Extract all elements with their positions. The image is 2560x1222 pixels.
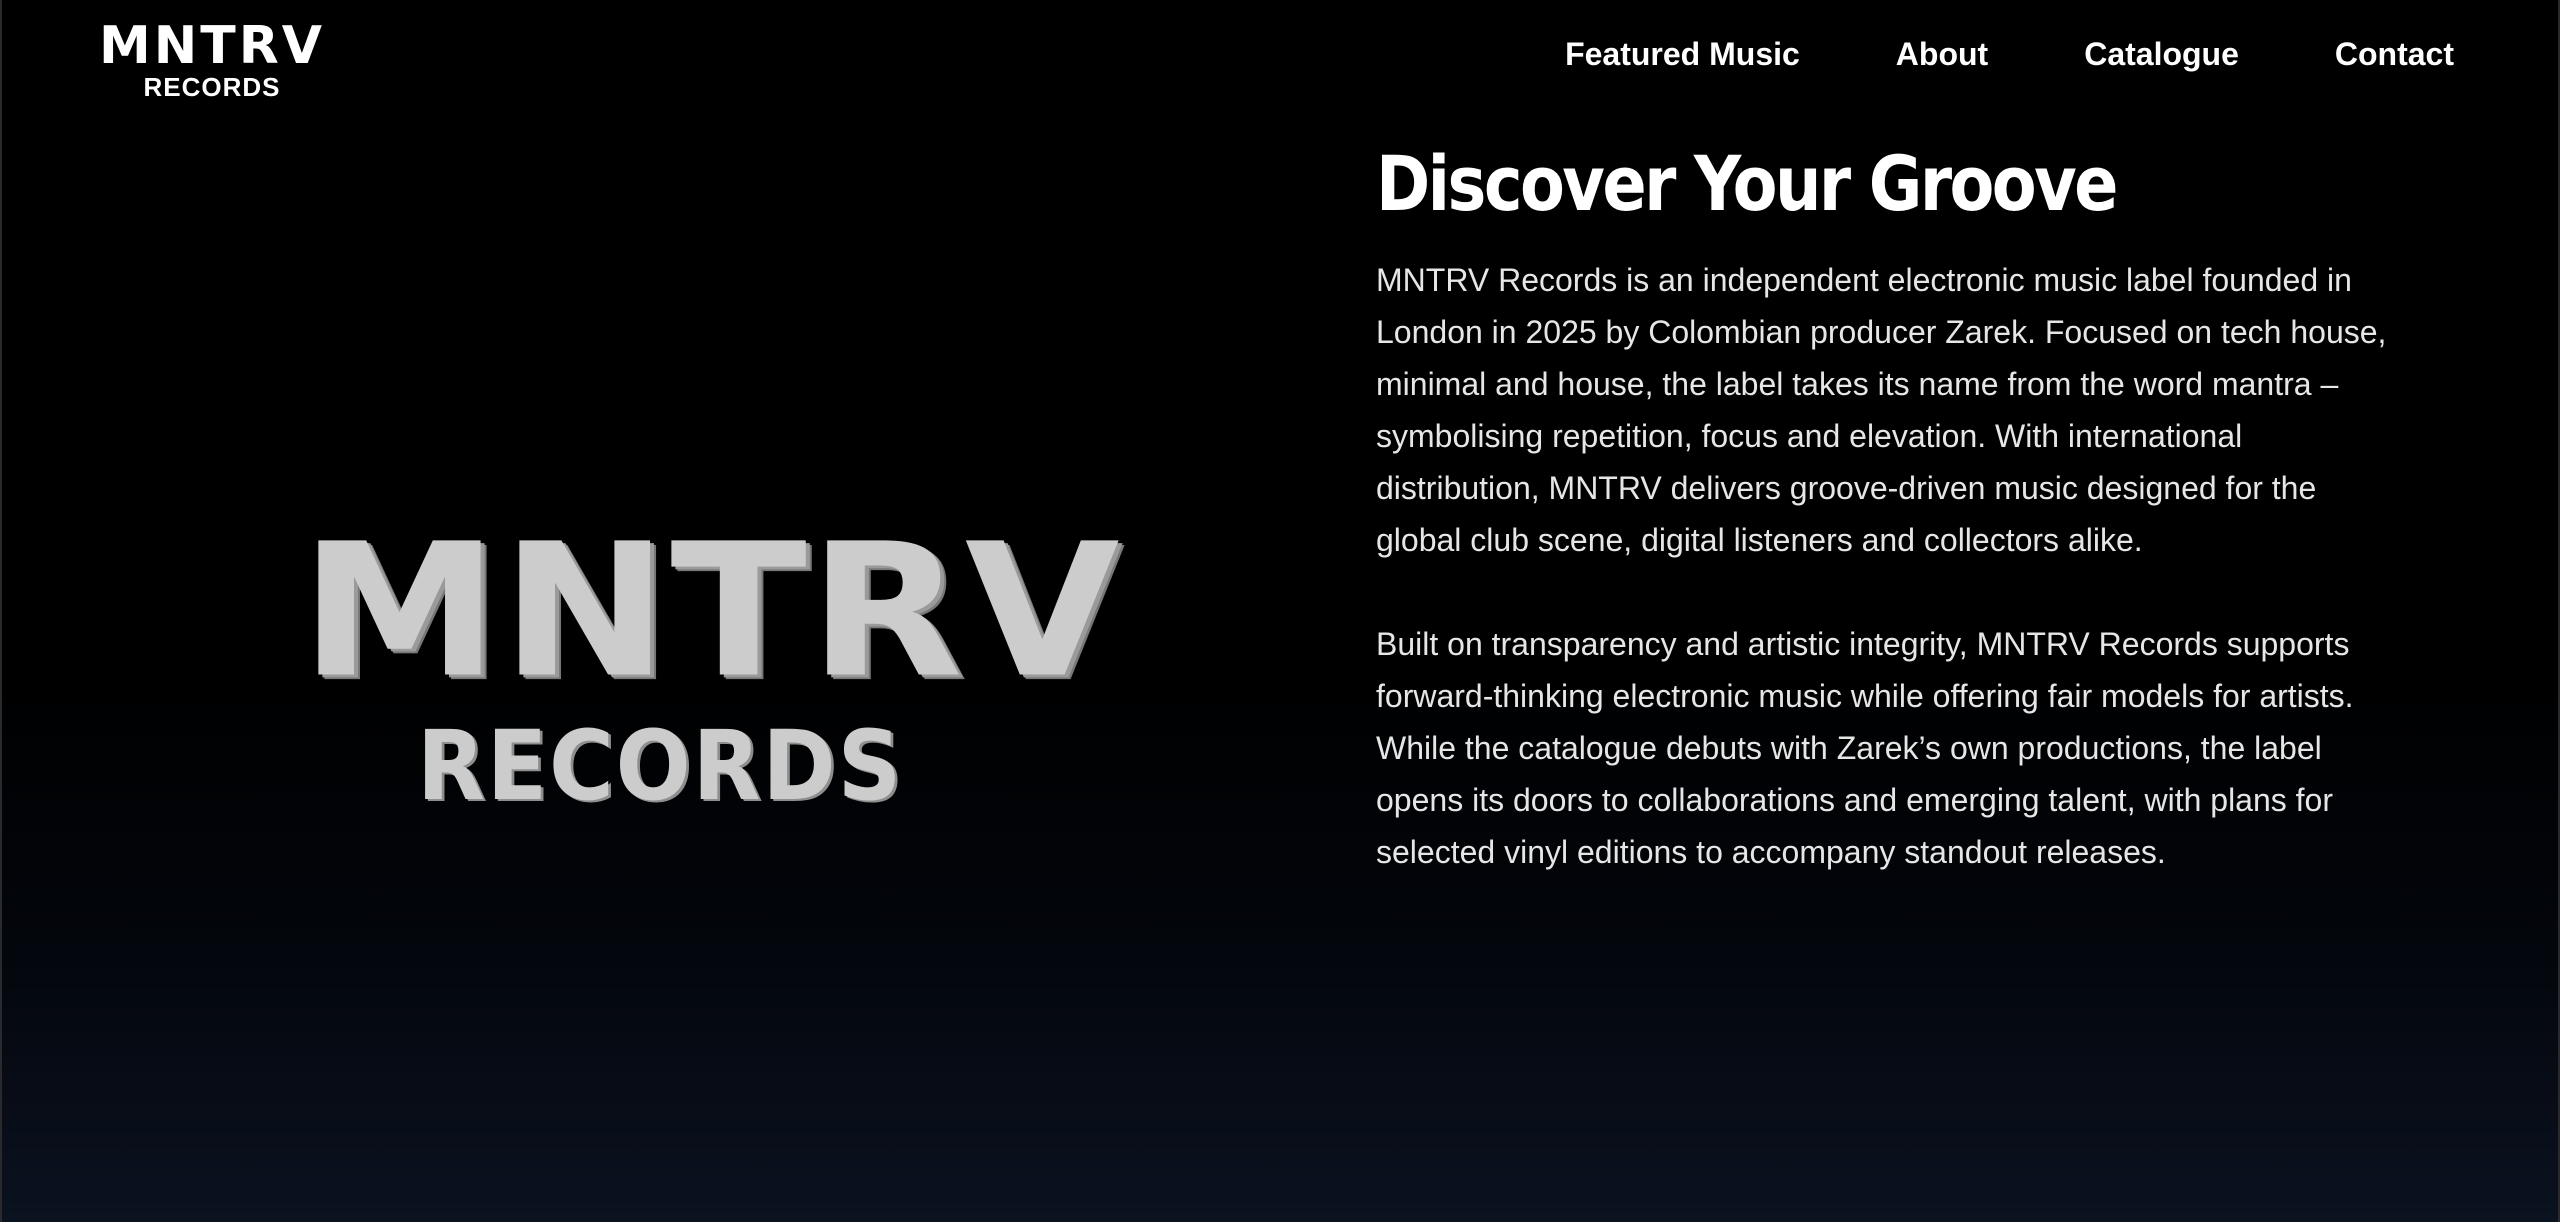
site-header: MNTRV RECORDS Featured Music About Catal… (0, 0, 2560, 120)
window-edge-left (0, 0, 2, 1222)
nav-link-contact[interactable]: Contact (2335, 36, 2454, 73)
about-paragraph: MNTRV Records is an independent electron… (1376, 262, 2387, 558)
hero-logo-sub: RECORDS (416, 710, 904, 822)
main-nav: Featured Music About Catalogue Contact (1565, 36, 2454, 73)
brand-logo-link[interactable]: MNTRV RECORDS (96, 20, 328, 100)
nav-link-featured-music[interactable]: Featured Music (1565, 36, 1800, 73)
hero-logo-main: MNTRV (300, 504, 1122, 719)
brand-logo-sub: RECORDS (143, 72, 281, 102)
nav-link-about[interactable]: About (1896, 36, 1988, 73)
hero-logo: MNTRV RECORDS (300, 504, 1122, 822)
about-paragraph: Built on transparency and artistic integ… (1376, 626, 2354, 870)
page-title: Discover Your Groove (1376, 139, 2118, 228)
brand-logo-main: MNTRV (98, 16, 326, 76)
about-section: Discover Your Groove MNTRV Records is an… (1376, 146, 2406, 878)
nav-link-catalogue[interactable]: Catalogue (2084, 36, 2239, 73)
